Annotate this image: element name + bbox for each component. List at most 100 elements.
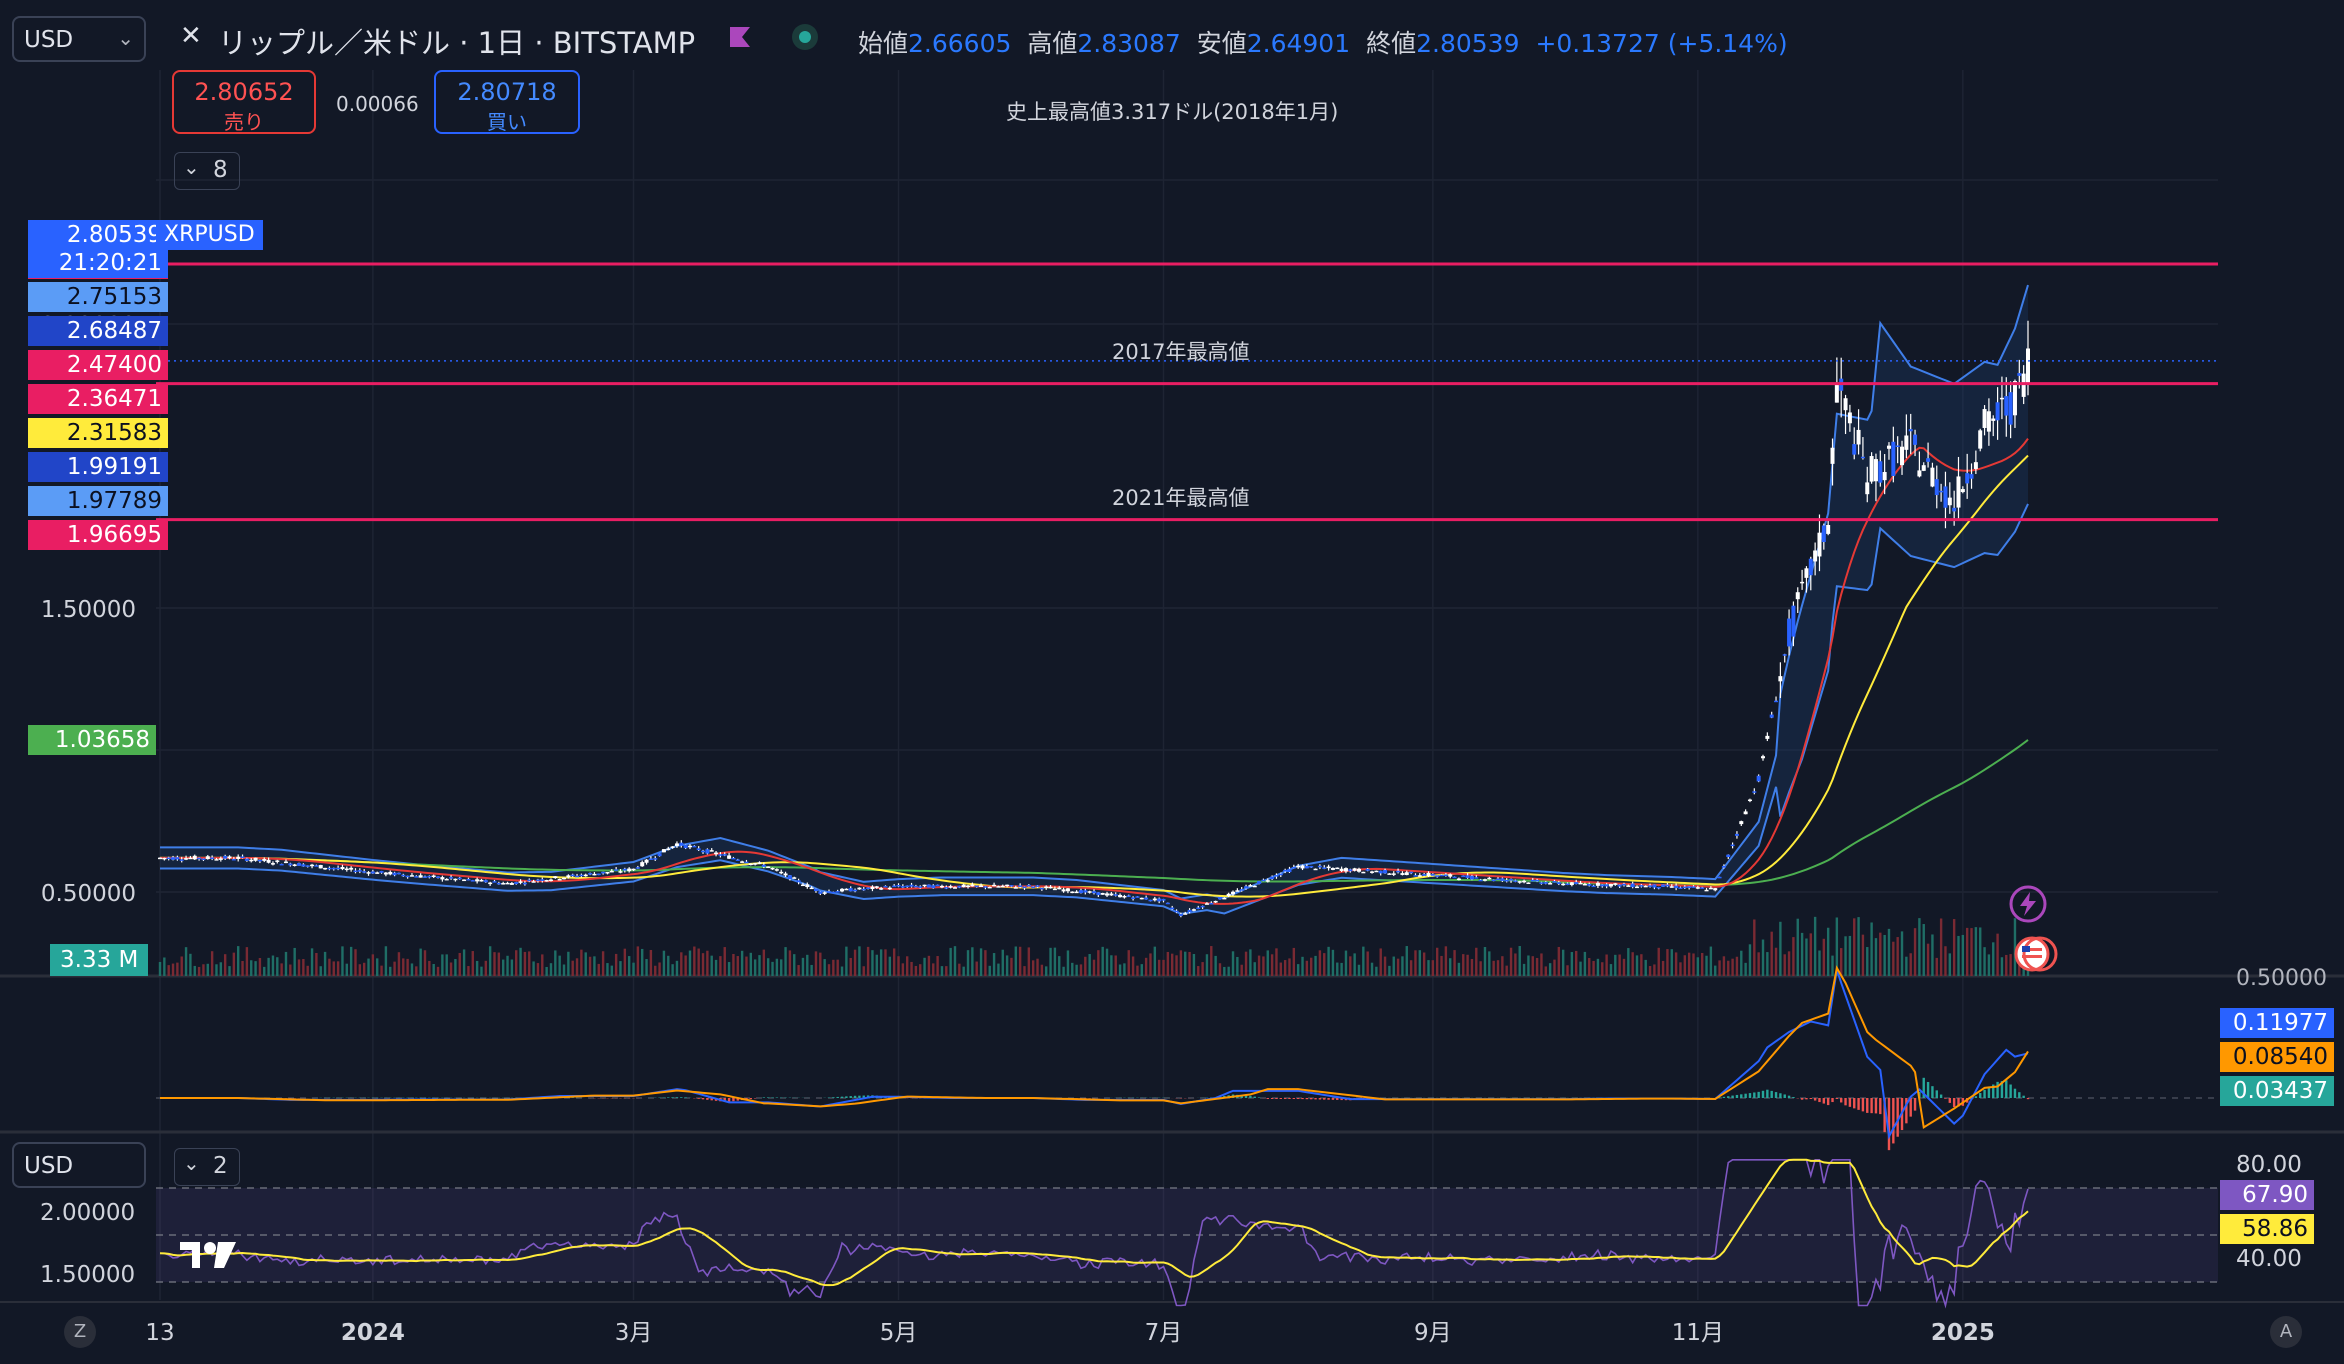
volume-bar	[910, 961, 913, 976]
volume-bar	[1114, 955, 1117, 976]
volume-bar	[1483, 947, 1487, 976]
lightning-icon[interactable]	[2008, 884, 2048, 924]
volume-bar	[580, 949, 583, 976]
candle-body	[292, 864, 297, 866]
volume-bar	[319, 966, 322, 976]
volume-bar	[1149, 953, 1152, 976]
candle-body	[197, 857, 202, 860]
candle-body	[1009, 885, 1014, 887]
volume-bar	[1601, 962, 1604, 976]
indicators-toggle-button[interactable]: ⌄ 8	[174, 152, 240, 190]
candle-body	[2004, 396, 2009, 416]
volume-bar	[1449, 958, 1452, 976]
macd-histogram-bar	[1909, 1098, 1912, 1117]
candle-body	[214, 859, 219, 861]
volume-bar	[1748, 944, 1752, 976]
macd-histogram-bar	[1279, 1098, 1282, 1099]
candle-body	[1035, 885, 1040, 887]
volume-bar	[627, 956, 631, 976]
candle-body	[562, 877, 567, 880]
close-icon[interactable]: ✕	[180, 21, 202, 51]
z-button[interactable]: Z	[64, 1316, 96, 1348]
open-value: 2.66605	[908, 29, 1012, 58]
macd-histogram-bar	[1318, 1098, 1322, 1100]
candle-body	[1135, 896, 1140, 898]
candle-body	[770, 867, 775, 870]
candle-body	[1261, 879, 1266, 882]
chart-canvas[interactable]: 1320243月5月7月9月11月2025 3.000001.500000.50…	[0, 0, 2344, 1364]
market-status-icon[interactable]	[790, 22, 820, 52]
volume-bar	[2000, 957, 2004, 976]
candle-body	[1821, 525, 1826, 543]
volume-bar	[745, 956, 748, 976]
candle-body	[1283, 869, 1288, 872]
candle-body	[479, 879, 484, 882]
volume-bar	[302, 959, 305, 976]
volume-bar	[871, 950, 874, 976]
volume-bar	[310, 948, 314, 976]
macd-histogram-bar	[675, 1097, 679, 1098]
candle-body	[1413, 875, 1418, 877]
buy-button[interactable]: 2.80718 買い	[434, 70, 580, 134]
volume-bar	[1570, 952, 1574, 976]
volume-bar	[1071, 962, 1074, 976]
volume-bar	[1218, 963, 1222, 976]
macd-histogram-bar	[2013, 1088, 2017, 1098]
currency-select[interactable]: USD ⌄	[12, 16, 146, 62]
volume-bar	[1826, 927, 1830, 976]
volume-bar	[1740, 950, 1743, 976]
candle-body	[1561, 883, 1566, 886]
candle-body	[457, 877, 462, 880]
volume-bar	[1036, 958, 1039, 976]
candle-body	[1869, 456, 1874, 482]
volume-bar	[1075, 964, 1078, 976]
volume-bar	[1005, 955, 1009, 976]
candle-body	[1391, 873, 1396, 875]
candle-body	[1713, 888, 1718, 891]
macd-histogram-bar	[1844, 1098, 1847, 1106]
macd-histogram-bar	[1979, 1093, 1982, 1098]
volume-bar	[480, 966, 483, 976]
lower-indicators-toggle-button[interactable]: ⌄ 2	[174, 1148, 240, 1186]
flag-icon[interactable]	[728, 25, 752, 49]
macd-histogram-bar	[667, 1097, 670, 1098]
volume-bar	[597, 963, 600, 976]
volume-bar	[780, 959, 783, 976]
volume-bar	[714, 959, 718, 976]
volume-bar	[402, 958, 405, 976]
candle-body	[1417, 875, 1422, 877]
candle-body	[1926, 458, 1931, 462]
candle-body	[1174, 910, 1179, 913]
volume-bar	[1805, 938, 1808, 976]
volume-bar	[267, 957, 270, 976]
volume-bar	[193, 965, 196, 976]
candle-body	[1852, 444, 1857, 455]
volume-bar	[680, 952, 683, 976]
macd-histogram-bar	[1879, 1098, 1882, 1115]
sell-button[interactable]: 2.80652 売り	[172, 70, 316, 134]
volume-bar	[441, 954, 444, 976]
volume-bar	[1926, 943, 1930, 976]
a-button[interactable]: A	[2270, 1316, 2302, 1348]
volume-bar	[406, 958, 409, 976]
chart-title[interactable]: リップル／米ドル · 1日 · BITSTAMP	[218, 20, 695, 62]
volume-bar	[919, 964, 922, 976]
candle-body	[327, 867, 332, 870]
high-label: 高値	[1027, 29, 1078, 58]
volume-bar	[788, 950, 792, 976]
volume-bar	[276, 957, 279, 976]
volume-bar	[1179, 950, 1183, 976]
candle-body	[944, 887, 949, 889]
macd-histogram-bar	[680, 1097, 683, 1098]
volume-bar	[697, 948, 700, 976]
volume-bar	[432, 963, 435, 976]
volume-bar	[1027, 947, 1031, 976]
volume-bar	[1201, 962, 1204, 976]
candle-body	[853, 889, 858, 892]
volume-bar	[749, 952, 753, 976]
candle-body	[1591, 885, 1596, 888]
volume-bar	[688, 950, 692, 976]
us-flag-icon[interactable]	[2010, 934, 2060, 974]
volume-bar	[1766, 952, 1769, 976]
lower-currency-select[interactable]: USD	[12, 1142, 146, 1188]
